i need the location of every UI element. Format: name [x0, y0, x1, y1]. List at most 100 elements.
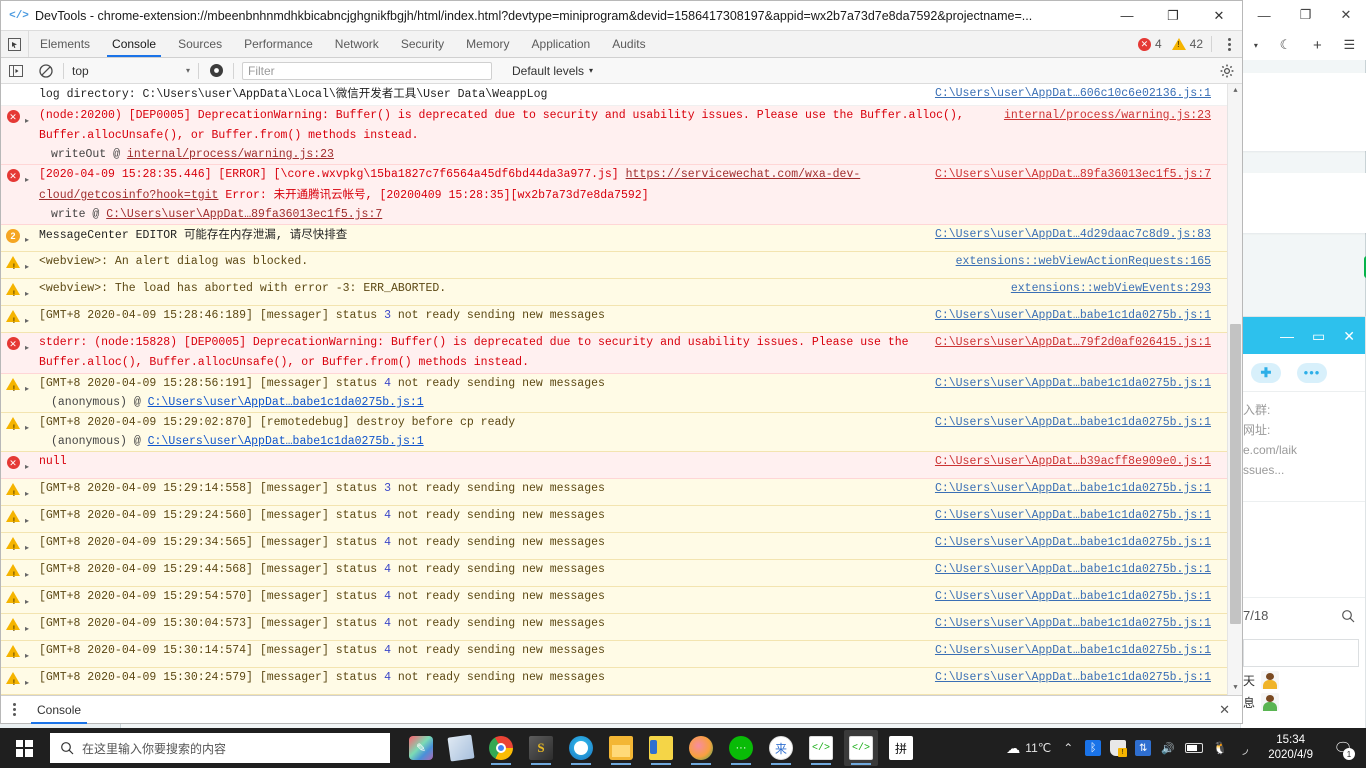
maximize-button[interactable]: ❐ — [1150, 1, 1196, 31]
console-message[interactable]: ▸[GMT+8 2020-04-09 15:30:24:579] [messag… — [1, 668, 1227, 695]
kebab-menu-icon[interactable] — [1, 703, 27, 716]
inline-link[interactable]: https://servicewechat.com/wxa-dev-cloud/… — [39, 168, 860, 202]
expand-arrow-icon[interactable]: ▸ — [25, 306, 37, 332]
qq-penguin-icon[interactable] — [1212, 740, 1228, 756]
console-message-source[interactable]: extensions::webViewActionRequests:165 — [944, 252, 1211, 272]
add-chat-icon[interactable]: ✚ — [1251, 362, 1281, 383]
chat-user-row[interactable]: 息 — [1241, 689, 1365, 711]
stack-source-link[interactable]: C:\Users\user\AppDat…babe1c1da0275b.js:1 — [148, 435, 424, 448]
drawer-close-button[interactable]: ✕ — [1219, 702, 1242, 718]
console-message-source[interactable]: C:\Users\user\AppDat…4d29daac7c8d9.js:83 — [923, 225, 1211, 245]
console-message-source[interactable]: C:\Users\user\AppDat…babe1c1da0275b.js:1 — [923, 306, 1211, 326]
expand-arrow-icon[interactable]: ▸ — [25, 668, 37, 694]
stack-source-link[interactable]: internal/process/warning.js:23 — [127, 148, 334, 161]
expand-arrow-icon[interactable]: ▸ — [25, 614, 37, 640]
console-message[interactable]: ▸<webview>: The load has aborted with er… — [1, 279, 1227, 306]
console-message[interactable]: ✕ ▸ (node:20200) [DEP0005] DeprecationWarn… — [1, 106, 1227, 165]
error-count-badge[interactable]: ✕ 4 — [1137, 37, 1162, 51]
moon-icon[interactable]: ☾ — [1280, 37, 1292, 53]
live-expression-eye-icon[interactable] — [201, 58, 231, 84]
drawer-tab-console[interactable]: Console — [27, 696, 91, 724]
scrollbar-thumb[interactable] — [1230, 324, 1241, 624]
show-hidden-icons-icon[interactable] — [1060, 740, 1076, 756]
expand-arrow-icon[interactable]: ▸ — [25, 641, 37, 667]
windows-security-icon[interactable] — [1110, 740, 1128, 757]
console-message-source[interactable]: C:\Users\user\AppDat…79f2d0af026415.js:1 — [923, 333, 1211, 353]
bluetooth-icon[interactable] — [1085, 740, 1102, 756]
console-message-source[interactable]: C:\Users\user\AppDat…babe1c1da0275b.js:1 — [923, 479, 1211, 499]
expand-arrow-icon[interactable]: ▸ — [25, 479, 37, 505]
browser-restore-button[interactable]: ❐ — [1300, 7, 1312, 23]
console-message[interactable]: ▸[GMT+8 2020-04-09 15:29:34:565] [messag… — [1, 533, 1227, 560]
stack-source-link[interactable]: C:\Users\user\AppDat…89fa36013ec1f5.js:7 — [106, 208, 382, 221]
console-scrollbar[interactable]: ▲ ▼ — [1227, 84, 1242, 695]
console-message-source[interactable]: C:\Users\user\AppDat…89fa36013ec1f5.js:7 — [923, 165, 1211, 185]
taskbar-app-sticky-notes[interactable] — [444, 730, 478, 766]
inspect-element-icon[interactable] — [1, 31, 29, 57]
taskbar-app-pinyin-ime[interactable] — [884, 730, 918, 766]
console-message-source[interactable]: internal/process/warning.js:23 — [992, 106, 1211, 126]
console-message-source[interactable]: C:\Users\user\AppDat…babe1c1da0275b.js:1 — [923, 614, 1211, 634]
tab-sources[interactable]: Sources — [167, 31, 233, 57]
console-message-source[interactable]: C:\Users\user\AppDat…babe1c1da0275b.js:1 — [923, 413, 1211, 433]
stack-source-link[interactable]: C:\Users\user\AppDat…babe1c1da0275b.js:1 — [148, 396, 424, 409]
taskbar-app-cortana[interactable] — [564, 730, 598, 766]
chat-close-button[interactable]: ✕ — [1343, 329, 1355, 343]
scroll-down-arrow-icon[interactable]: ▼ — [1228, 681, 1242, 695]
minimize-button[interactable]: — — [1104, 1, 1150, 31]
execution-context-selector[interactable]: top ▾ — [66, 64, 196, 78]
console-message[interactable]: ▸[GMT+8 2020-04-09 15:29:14:558] [messag… — [1, 479, 1227, 506]
console-message[interactable]: ▸[GMT+8 2020-04-09 15:29:02:870] [remote… — [1, 413, 1227, 452]
console-message[interactable]: 2 ▸ MessageCenter EDITOR 可能存在内存泄漏, 请尽快排查 C:… — [1, 225, 1227, 252]
console-message[interactable]: ▸[GMT+8 2020-04-09 15:29:54:570] [messag… — [1, 587, 1227, 614]
expand-arrow-icon[interactable]: ▸ — [25, 279, 37, 305]
console-message-source[interactable]: C:\Users\user\AppDat…babe1c1da0275b.js:1 — [923, 533, 1211, 553]
console-message[interactable]: ▸[GMT+8 2020-04-09 15:28:46:189] [messag… — [1, 306, 1227, 333]
search-icon[interactable] — [1341, 609, 1355, 623]
console-message[interactable]: ▸<webview>: An alert dialog was blocked.… — [1, 252, 1227, 279]
tab-console[interactable]: Console — [101, 31, 167, 57]
expand-arrow-icon[interactable]: ▸ — [25, 374, 37, 400]
console-message-source[interactable]: C:\Users\user\AppDat…babe1c1da0275b.js:1 — [923, 668, 1211, 688]
console-message[interactable]: ▸[GMT+8 2020-04-09 15:29:44:568] [messag… — [1, 560, 1227, 587]
weather-widget[interactable]: 11℃ — [1005, 740, 1051, 756]
filter-input[interactable]: Filter — [242, 61, 492, 80]
volume-icon[interactable] — [1160, 740, 1176, 756]
taskbar-app-folder-blue[interactable] — [644, 730, 678, 766]
console-message-list[interactable]: log directory: C:\Users\user\AppData\Loc… — [1, 84, 1242, 695]
expand-arrow-icon[interactable]: ▸ — [25, 587, 37, 613]
warning-count-badge[interactable]: 42 — [1171, 37, 1203, 51]
tab-application[interactable]: Application — [521, 31, 602, 57]
console-message-source[interactable]: C:\Users\user\AppDat…babe1c1da0275b.js:1 — [923, 560, 1211, 580]
action-center-icon[interactable]: 🗨 1 — [1328, 728, 1358, 768]
console-message[interactable]: log directory: C:\Users\user\AppData\Loc… — [1, 84, 1227, 106]
windows-start-icon[interactable] — [0, 728, 48, 768]
network-transfer-icon[interactable] — [1135, 740, 1152, 756]
chat-user-row[interactable]: 天 — [1241, 667, 1365, 689]
console-message[interactable]: ▸[GMT+8 2020-04-09 15:30:14:574] [messag… — [1, 641, 1227, 668]
console-message-source[interactable]: C:\Users\user\AppDat…b39acff8e909e0.js:1 — [923, 452, 1211, 472]
tab-performance[interactable]: Performance — [233, 31, 324, 57]
console-message[interactable]: ✕ ▸ stderr: (node:15828) [DEP0005] Depreca… — [1, 333, 1227, 374]
taskbar-app-weiyun[interactable] — [684, 730, 718, 766]
console-message-source[interactable]: C:\Users\user\AppDat…babe1c1da0275b.js:1 — [923, 374, 1211, 394]
expand-arrow-icon[interactable]: ▸ — [25, 452, 37, 478]
clock[interactable]: 15:34 2020/4/9 — [1262, 733, 1319, 763]
console-message-source[interactable]: C:\Users\user\AppDat…babe1c1da0275b.js:1 — [923, 587, 1211, 607]
chat-minimize-button[interactable]: — — [1280, 329, 1294, 343]
search-input[interactable]: 在这里输入你要搜索的内容 — [50, 733, 390, 763]
chevron-down-icon[interactable]: ▾ — [1254, 41, 1258, 50]
taskbar-app-laix-input[interactable] — [764, 730, 798, 766]
taskbar-app-paint-3d[interactable] — [404, 730, 438, 766]
tab-audits[interactable]: Audits — [601, 31, 656, 57]
more-dots-icon[interactable]: ••• — [1297, 362, 1327, 383]
chat-search-input[interactable] — [1243, 639, 1359, 667]
taskbar-app-google-chrome[interactable] — [484, 730, 518, 766]
console-message[interactable]: ✕ ▸ null C:\Users\user\AppDat…b39acff8e909e… — [1, 452, 1227, 479]
expand-arrow-icon[interactable]: ▸ — [25, 225, 37, 251]
taskbar-app-wechat-devtools-1[interactable] — [804, 730, 838, 766]
taskbar-app-file-explorer[interactable] — [604, 730, 638, 766]
expand-arrow-icon[interactable]: ▸ — [25, 560, 37, 586]
browser-close-button[interactable]: ✕ — [1341, 7, 1352, 23]
taskbar-app-wechat[interactable] — [724, 730, 758, 766]
